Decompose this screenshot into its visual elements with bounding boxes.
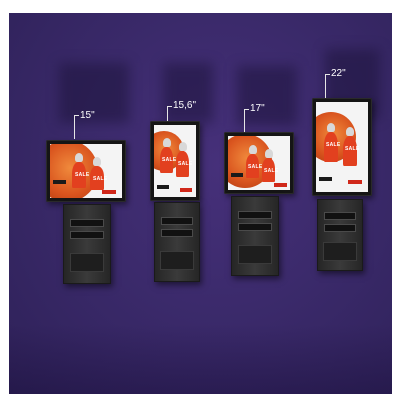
screen: SALE SALE [316, 102, 368, 192]
ticket-slot [324, 212, 356, 220]
kiosk-15-6in: SALE SALE 15,6" [143, 63, 223, 293]
monitor: SALE SALE [224, 132, 294, 194]
product-scene: SALE SALE 15" SALE SALE 15,6" SALE SALE … [9, 13, 392, 394]
size-label: 22" [331, 68, 346, 79]
promo-tag [102, 190, 116, 194]
printer-unit [231, 196, 279, 276]
wall-shadow [237, 66, 297, 126]
sale-text: SALE [345, 146, 360, 152]
kiosk-15in: SALE SALE 15" [39, 63, 134, 303]
receipt-bin [323, 242, 357, 261]
sale-text: SALE [178, 161, 193, 167]
sale-text: SALE [93, 176, 108, 182]
promo-tag [348, 180, 362, 184]
promo-tag [319, 177, 332, 181]
floor-shade [9, 324, 392, 394]
monitor: SALE SALE [150, 121, 200, 201]
size-leader-line [325, 74, 326, 98]
size-label: 17" [250, 103, 265, 114]
size-leader-line [74, 115, 79, 116]
sale-text: SALE [75, 172, 90, 178]
kiosk-22in: SALE SALE 22" [305, 49, 385, 279]
size-leader-line [167, 106, 168, 121]
kiosk-17in: SALE SALE 17" [217, 66, 307, 296]
size-label: 15" [80, 110, 95, 121]
size-leader-line [74, 115, 75, 139]
size-leader-line [244, 109, 249, 110]
printer-unit [317, 199, 363, 271]
monitor: SALE SALE [312, 98, 372, 196]
receipt-bin [237, 245, 273, 264]
monitor: SALE SALE [46, 140, 126, 202]
ticket-slot [238, 223, 272, 231]
screen: SALE SALE [154, 125, 196, 197]
ticket-slot [70, 219, 104, 227]
size-label: 15,6" [173, 100, 197, 111]
printer-unit [63, 204, 111, 284]
size-leader-line [325, 74, 330, 75]
ticket-slot [70, 231, 104, 239]
screen: SALE SALE [50, 144, 122, 198]
receipt-bin [69, 253, 105, 272]
promo-tag [180, 188, 192, 192]
printer-unit [154, 202, 200, 282]
wall-shadow [163, 63, 213, 123]
screen: SALE SALE [228, 136, 290, 190]
sale-text: SALE [162, 157, 177, 163]
promo-tag [231, 173, 243, 177]
promo-tag [157, 185, 169, 189]
promo-tag [53, 180, 66, 184]
size-leader-line [167, 106, 172, 107]
sale-text: SALE [248, 164, 263, 170]
size-leader-line [244, 109, 245, 132]
receipt-bin [160, 251, 194, 270]
ticket-slot [161, 217, 193, 225]
sale-text: SALE [264, 168, 279, 174]
ticket-slot [161, 229, 193, 237]
ticket-slot [324, 224, 356, 232]
sale-text: SALE [326, 142, 341, 148]
ticket-slot [238, 211, 272, 219]
promo-tag [274, 183, 287, 187]
